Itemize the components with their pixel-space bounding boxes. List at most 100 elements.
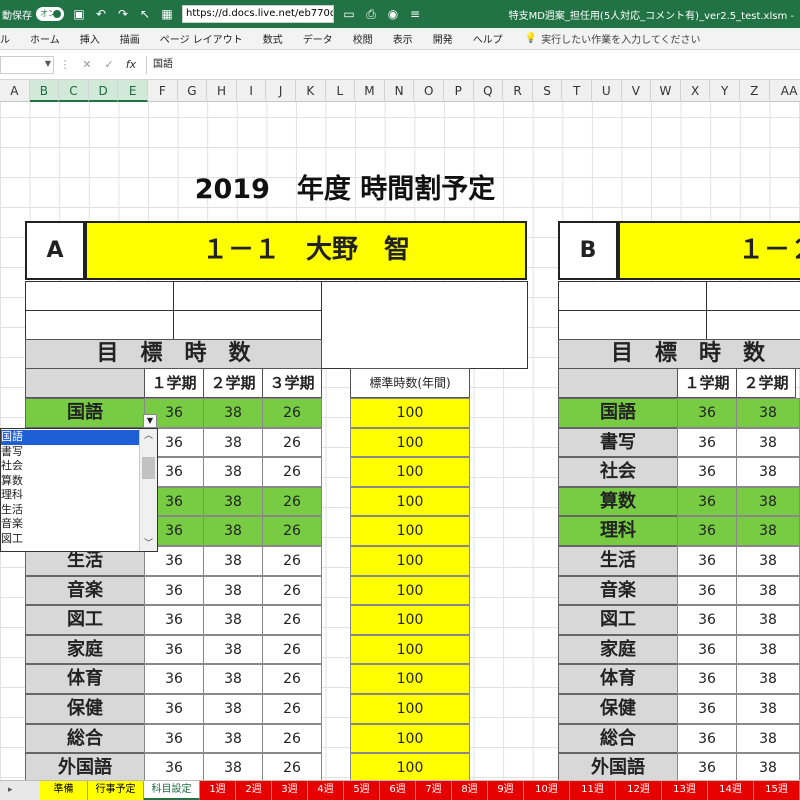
standard-hours[interactable]: 100 xyxy=(350,753,470,783)
url-box[interactable]: https://d.docs.live.net/eb770d1 xyxy=(182,5,334,23)
term-1-hours[interactable]: 36 xyxy=(144,575,204,606)
standard-hours[interactable]: 100 xyxy=(350,634,470,665)
subject-name-cell-b[interactable]: 保健 xyxy=(558,694,678,724)
term-2-hours-b[interactable]: 38 xyxy=(736,634,800,665)
info-cell[interactable] xyxy=(173,310,322,340)
column-header-h[interactable]: H xyxy=(207,80,237,102)
subject-name-cell[interactable]: 家庭 xyxy=(25,634,145,665)
standard-hours[interactable]: 100 xyxy=(350,486,470,517)
term-3-hours[interactable]: 26 xyxy=(262,546,322,576)
subject-name-cell[interactable]: 総合 xyxy=(25,723,145,754)
standard-hours[interactable]: 100 xyxy=(350,546,470,576)
term-1-hours-b[interactable]: 36 xyxy=(677,427,737,458)
standard-hours[interactable]: 100 xyxy=(350,723,470,754)
sheet-title[interactable]: 2019 年度 時間割予定 xyxy=(150,170,540,210)
term-2-hours[interactable]: 38 xyxy=(203,516,263,546)
term-1-hours-b[interactable]: 36 xyxy=(677,546,737,576)
folder-icon[interactable]: ▭ xyxy=(342,7,356,21)
info-cell[interactable] xyxy=(25,281,174,311)
term-2-hours-b[interactable]: 38 xyxy=(736,694,800,724)
formula-input[interactable]: 国語 xyxy=(146,55,800,74)
column-header-d[interactable]: D xyxy=(88,80,119,102)
chevron-down-icon[interactable]: ▼ xyxy=(45,59,51,68)
subject-name-cell-b[interactable]: 音楽 xyxy=(558,575,678,606)
term-2-hours[interactable]: 38 xyxy=(203,753,263,783)
sheet-tab[interactable]: 3週 xyxy=(272,781,308,800)
info-cell[interactable] xyxy=(706,310,800,340)
term-blank-header-b[interactable] xyxy=(558,368,678,398)
subject-name-cell-b[interactable]: 国語 xyxy=(558,398,678,428)
subject-name-cell[interactable]: 国語 xyxy=(25,398,145,428)
column-header-r[interactable]: R xyxy=(503,80,533,102)
pointer-icon[interactable]: ↖ xyxy=(138,7,152,21)
term-2-hours-b[interactable]: 38 xyxy=(736,575,800,606)
subject-dropdown-list[interactable]: 国語 書写 社会 算数 理科 生活 音楽 図工 ︿ ﹀ xyxy=(0,428,158,552)
info-cell[interactable] xyxy=(25,310,174,340)
term-2-hours[interactable]: 38 xyxy=(203,694,263,724)
tab-help[interactable]: ヘルプ xyxy=(463,31,513,46)
standard-hours[interactable]: 100 xyxy=(350,457,470,487)
term-2-hours[interactable]: 38 xyxy=(203,605,263,635)
sheet-tab[interactable]: 8週 xyxy=(452,781,488,800)
target-hours-header[interactable]: 目 標 時 数 xyxy=(25,339,322,369)
sheet-tab[interactable]: 13週 xyxy=(662,781,708,800)
column-header-n[interactable]: N xyxy=(385,80,415,102)
term-3-hours[interactable]: 26 xyxy=(262,664,322,694)
column-header-z[interactable]: Z xyxy=(740,80,770,102)
column-header-f[interactable]: F xyxy=(148,80,178,102)
term-2-hours[interactable]: 38 xyxy=(203,634,263,665)
dropdown-option[interactable]: 音楽 xyxy=(1,517,139,532)
term-2-hours-b[interactable]: 38 xyxy=(736,427,800,458)
more-icon[interactable]: ≡ xyxy=(408,7,422,21)
dropdown-option[interactable]: 理科 xyxy=(1,488,139,503)
column-header-b[interactable]: B xyxy=(29,80,60,102)
standard-hours[interactable]: 100 xyxy=(350,694,470,724)
subject-name-cell-b[interactable]: 外国語 xyxy=(558,753,678,783)
block-a-name[interactable]: １－１ 大野 智 xyxy=(85,221,527,280)
term-3-hours[interactable]: 26 xyxy=(262,753,322,783)
term-1-hours[interactable]: 36 xyxy=(144,664,204,694)
term-2-hours-b[interactable]: 38 xyxy=(736,605,800,635)
term-2-hours[interactable]: 38 xyxy=(203,546,263,576)
tab-formulas[interactable]: 数式 xyxy=(253,31,293,46)
subject-name-cell-b[interactable]: 算数 xyxy=(558,486,678,517)
sheet-tab[interactable]: 9週 xyxy=(488,781,524,800)
sheet-tab[interactable]: 行事予定 xyxy=(88,781,144,800)
term-2-hours[interactable]: 38 xyxy=(203,575,263,606)
standard-hours[interactable]: 100 xyxy=(350,427,470,458)
tab-file[interactable]: ル xyxy=(0,31,20,46)
subject-name-cell[interactable]: 外国語 xyxy=(25,753,145,783)
print-icon[interactable]: ⎙ xyxy=(364,7,378,22)
term-1-hours-b[interactable]: 36 xyxy=(677,723,737,754)
standard-hours[interactable]: 100 xyxy=(350,664,470,694)
term-3-hours[interactable]: 26 xyxy=(262,427,322,458)
term-1-hours[interactable]: 36 xyxy=(144,753,204,783)
term-2-hours-b[interactable]: 38 xyxy=(736,398,800,428)
dropdown-option[interactable]: 算数 xyxy=(1,474,139,489)
notes-box[interactable] xyxy=(321,281,528,369)
redo-icon[interactable]: ↷ xyxy=(116,7,130,21)
block-b-name[interactable]: １－２ xyxy=(618,221,800,280)
term-2-hours-b[interactable]: 38 xyxy=(736,723,800,754)
term-1-hours-b[interactable]: 36 xyxy=(677,516,737,546)
dropdown-option[interactable]: 国語 xyxy=(1,430,139,445)
column-header-s[interactable]: S xyxy=(533,80,563,102)
column-header-j[interactable]: J xyxy=(266,80,296,102)
save-icon[interactable]: ▣ xyxy=(72,7,86,21)
standard-hours-header[interactable]: 標準時数(年間) xyxy=(350,368,470,398)
term-3-hours[interactable]: 26 xyxy=(262,486,322,517)
camera-icon[interactable]: ◉ xyxy=(386,7,400,21)
term-3-hours[interactable]: 26 xyxy=(262,398,322,428)
dropdown-option[interactable]: 書写 xyxy=(1,445,139,460)
term-2-hours[interactable]: 38 xyxy=(203,486,263,517)
term-2-hours[interactable]: 38 xyxy=(203,398,263,428)
subject-name-cell[interactable]: 保健 xyxy=(25,694,145,724)
grid-icon[interactable]: ▦ xyxy=(160,7,174,21)
sheet-tab[interactable]: 1週 xyxy=(200,781,236,800)
column-header-w[interactable]: W xyxy=(651,80,681,102)
tab-home[interactable]: ホーム xyxy=(20,31,70,46)
term-1-hours-b[interactable]: 36 xyxy=(677,486,737,517)
column-header-q[interactable]: Q xyxy=(474,80,504,102)
sheet-tab[interactable]: 4週 xyxy=(308,781,344,800)
term-1-hours-b[interactable]: 36 xyxy=(677,694,737,724)
